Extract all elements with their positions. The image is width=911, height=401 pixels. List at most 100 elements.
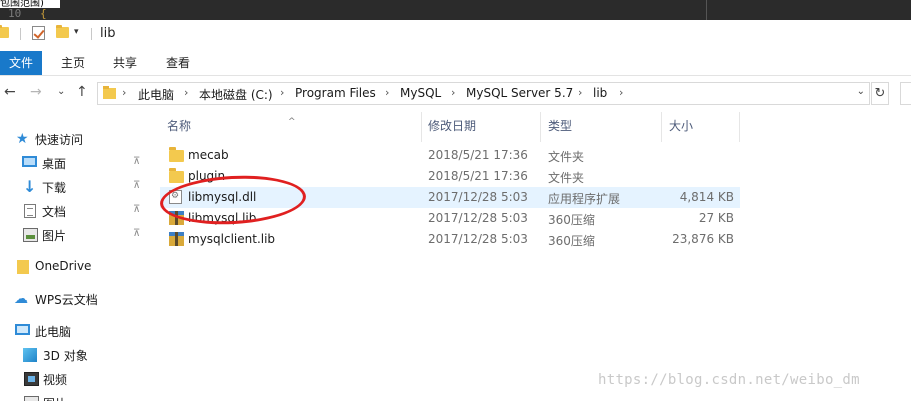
ribbon-tabs: 文件 主页 共享 查看	[0, 48, 911, 76]
background-editor-strip: 包围范围) 10 {	[0, 0, 911, 20]
sidebar-item-label: 桌面	[42, 157, 67, 171]
video-icon	[24, 372, 39, 386]
file-type: 应用程序扩展	[548, 192, 621, 206]
breadcrumb-mysql-server[interactable]: MySQL Server 5.7	[466, 86, 573, 100]
picture-icon	[24, 396, 39, 401]
document-icon	[24, 204, 36, 218]
column-header-label: 名称	[167, 119, 192, 133]
sidebar-item-label: 视频	[43, 373, 68, 387]
breadcrumb-chevron-icon[interactable]: ›	[578, 86, 582, 99]
breadcrumb-lib[interactable]: lib	[593, 86, 607, 100]
address-bar[interactable]: › 此电脑 › 本地磁盘 (C:) › Program Files › MySQ…	[97, 82, 870, 105]
properties-check-icon[interactable]	[32, 26, 45, 40]
column-header-date[interactable]: 修改日期	[421, 112, 541, 142]
file-name: mecab	[188, 148, 229, 162]
back-arrow-icon[interactable]: ←	[4, 84, 16, 100]
cube-icon	[23, 348, 37, 362]
breadcrumb-this-pc[interactable]: 此电脑	[138, 86, 174, 103]
file-type: 360压缩	[548, 234, 595, 248]
sidebar-item-label: 文档	[42, 205, 67, 219]
file-row[interactable]: mysqlclient.lib 2017/12/28 5:03 360压缩 23…	[160, 229, 740, 250]
sidebar-item-label: 图片	[43, 395, 67, 401]
sidebar-item-this-pc[interactable]: 此电脑	[0, 320, 155, 342]
folder-icon	[169, 147, 184, 162]
refresh-icon[interactable]: ↻	[871, 82, 889, 105]
tab-file[interactable]: 文件	[0, 51, 42, 75]
breadcrumb-chevron-icon[interactable]: ›	[122, 86, 126, 99]
breadcrumb-chevron-icon[interactable]: ›	[619, 86, 623, 99]
pin-icon: ⊼	[133, 204, 141, 215]
breadcrumb-mysql[interactable]: MySQL	[400, 86, 441, 100]
file-size: 4,814 KB	[679, 190, 734, 204]
column-header-label: 类型	[548, 119, 573, 133]
sidebar-item-quick-access[interactable]: ★ 快速访问	[0, 128, 155, 150]
recent-locations-chevron-icon[interactable]: ⌄	[57, 86, 65, 97]
file-row[interactable]: mecab 2018/5/21 17:36 文件夹	[160, 145, 740, 166]
tab-share[interactable]: 共享	[113, 51, 137, 75]
sidebar-item-onedrive[interactable]: OneDrive	[0, 256, 155, 278]
cloud-icon: ☁	[14, 291, 28, 307]
titlebar-divider	[20, 28, 21, 40]
file-name: mysqlclient.lib	[188, 232, 276, 246]
file-row[interactable]: plugin 2018/5/21 17:36 文件夹	[160, 166, 740, 187]
new-folder-icon[interactable]	[56, 25, 69, 38]
file-list: ^ 名称 修改日期 类型 大小 mecab 2018/5/21 17:36 文件…	[160, 110, 911, 401]
window-title: lib	[100, 26, 116, 41]
file-type: 文件夹	[548, 171, 585, 185]
tab-view[interactable]: 查看	[166, 51, 190, 75]
file-size: 23,876 KB	[672, 232, 734, 246]
sidebar-item-desktop[interactable]: 桌面 ⊼	[0, 152, 155, 174]
sidebar-item-downloads[interactable]: ↓ 下载 ⊼	[0, 176, 155, 198]
breadcrumb-chevron-icon[interactable]: ›	[280, 86, 284, 99]
desktop-icon	[22, 156, 37, 167]
breadcrumb-chevron-icon[interactable]: ›	[385, 86, 389, 99]
column-header-label: 修改日期	[428, 119, 477, 133]
star-icon: ★	[16, 131, 29, 147]
navigation-pane: ★ 快速访问 桌面 ⊼ ↓ 下载 ⊼ 文档 ⊼ 图片 ⊼ OneDrive ☁ …	[0, 110, 155, 401]
sidebar-item-label: 图片	[42, 229, 67, 243]
pin-icon: ⊼	[133, 156, 141, 167]
title-bar: ▾ lib	[0, 20, 911, 48]
pin-icon: ⊼	[133, 228, 141, 239]
editor-divider	[706, 0, 707, 20]
editor-line-number: 10	[8, 7, 22, 20]
forward-arrow-icon[interactable]: →	[30, 84, 42, 100]
sidebar-item-3d-objects[interactable]: 3D 对象	[0, 344, 155, 366]
sidebar-item-documents[interactable]: 文档 ⊼	[0, 200, 155, 222]
window-folder-icon	[0, 25, 9, 38]
file-date: 2017/12/28 5:03	[428, 211, 528, 225]
folder-icon	[169, 168, 184, 183]
file-size: 27 KB	[698, 211, 734, 225]
dll-icon	[169, 190, 182, 204]
search-box[interactable]	[900, 82, 911, 105]
watermark-text: https://blog.csdn.net/weibo_dm	[598, 372, 860, 388]
address-dropdown-icon[interactable]: ⌄	[857, 86, 865, 97]
archive-icon	[169, 211, 184, 225]
sidebar-item-pictures[interactable]: 图片 ⊼	[0, 224, 155, 246]
file-type: 文件夹	[548, 150, 585, 164]
file-row-selected[interactable]: libmysql.dll 2017/12/28 5:03 应用程序扩展 4,81…	[160, 187, 740, 208]
breadcrumb-chevron-icon[interactable]: ›	[184, 86, 188, 99]
sidebar-item-wps-cloud[interactable]: ☁ WPS云文档	[0, 288, 155, 310]
pin-icon: ⊼	[133, 180, 141, 191]
quick-access-dropdown-icon[interactable]: ▾	[74, 27, 79, 37]
file-name: plugin	[188, 169, 226, 183]
breadcrumb-program-files[interactable]: Program Files	[295, 86, 376, 100]
breadcrumb-chevron-icon[interactable]: ›	[451, 86, 455, 99]
breadcrumb-local-disk[interactable]: 本地磁盘 (C:)	[199, 86, 273, 103]
column-header-name[interactable]: ^ 名称	[160, 112, 422, 142]
up-arrow-icon[interactable]: ↑	[76, 84, 88, 100]
file-row[interactable]: libmysql.lib 2017/12/28 5:03 360压缩 27 KB	[160, 208, 740, 229]
sidebar-item-videos[interactable]: 视频	[0, 368, 155, 390]
column-header-type[interactable]: 类型	[541, 112, 662, 142]
column-header-size[interactable]: 大小	[662, 112, 740, 142]
sidebar-item-pictures-pc[interactable]: 图片	[0, 392, 155, 401]
archive-icon	[169, 232, 184, 246]
file-name: libmysql.lib	[188, 211, 257, 225]
tab-home[interactable]: 主页	[61, 51, 85, 75]
picture-icon	[23, 228, 38, 242]
column-header-label: 大小	[669, 119, 694, 133]
navigation-bar: ← → ⌄ ↑ › 此电脑 › 本地磁盘 (C:) › Program File…	[0, 78, 911, 108]
sidebar-item-label: 3D 对象	[43, 349, 88, 363]
download-icon: ↓	[23, 177, 37, 196]
